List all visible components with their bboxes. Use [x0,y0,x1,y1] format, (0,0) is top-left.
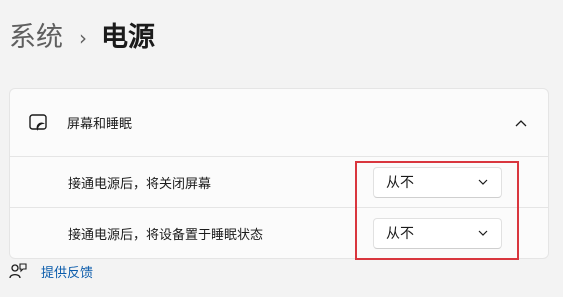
page-title: 电源 [101,22,155,53]
chevron-up-icon[interactable] [514,116,528,130]
screen-off-row: 接通电源后，将关闭屏幕 从不 [10,157,548,208]
sleep-row: 接通电源后，将设备置于睡眠状态 从不 [10,208,548,258]
feedback-link[interactable]: 提供反馈 [41,262,93,281]
breadcrumb: 系统 › 电源 [9,18,155,58]
screen-sleep-title: 屏幕和睡眠 [67,117,133,132]
screen-sleep-icon [28,112,50,134]
screen-sleep-panel: 屏幕和睡眠 接通电源后，将关闭屏幕 从不 接通电源后，将设备置于睡眠状态 从不 [9,88,549,259]
sleep-value: 从不 [386,226,414,242]
breadcrumb-system-link[interactable]: 系统 [9,18,63,58]
screen-off-label: 接通电源后，将关闭屏幕 [68,176,212,192]
feedback-icon [9,262,27,280]
chevron-down-icon [477,227,489,239]
sleep-label: 接通电源后，将设备置于睡眠状态 [68,227,264,243]
chevron-down-icon [477,176,489,188]
feedback-link-container[interactable]: 提供反馈 [9,261,93,281]
screen-sleep-header[interactable]: 屏幕和睡眠 [10,89,548,157]
screen-off-dropdown[interactable]: 从不 [373,166,502,198]
screen-off-value: 从不 [386,175,414,191]
sleep-dropdown[interactable]: 从不 [373,217,502,249]
breadcrumb-separator: › [79,26,87,50]
